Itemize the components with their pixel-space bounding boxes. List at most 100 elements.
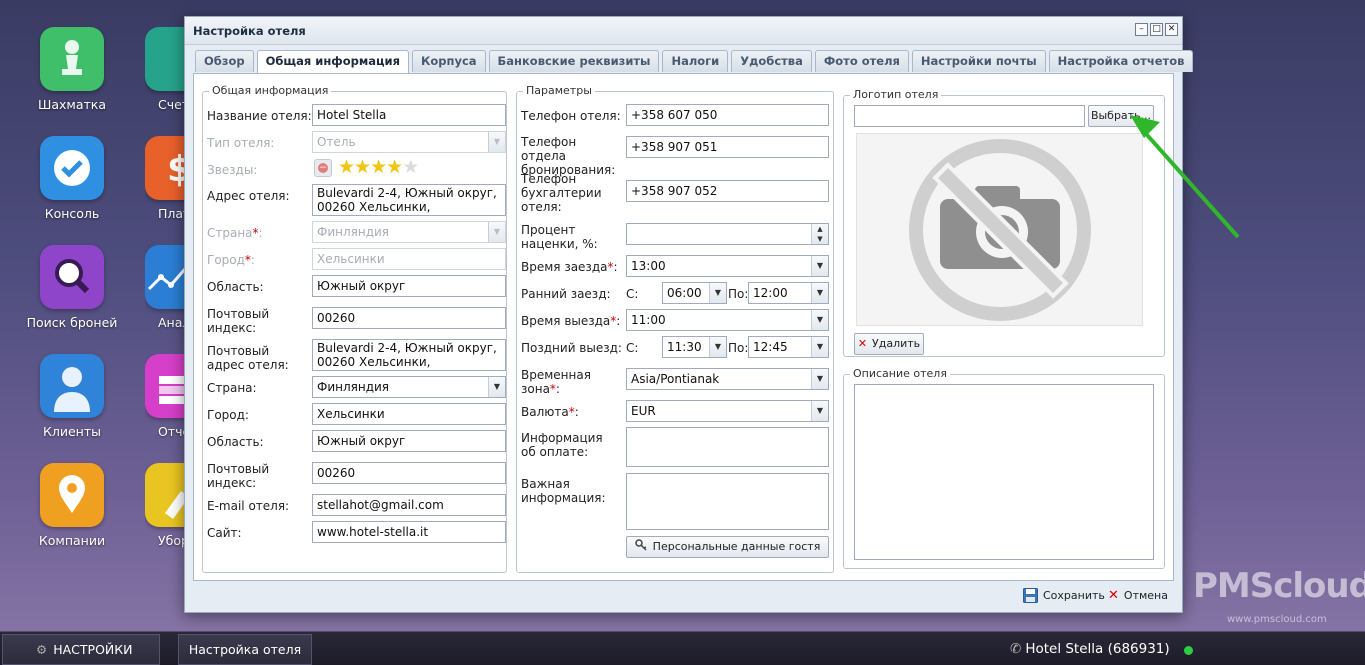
from-label: С:: [626, 287, 639, 301]
hotel-indicator[interactable]: ✆ Hotel Stella (686931): [1010, 641, 1170, 657]
currency-value: EUR: [631, 404, 656, 418]
close-button[interactable]: ✕: [1165, 23, 1178, 36]
tab-bar: Обзор Общая информация Корпуса Банковски…: [195, 50, 1194, 73]
desktop-icon-companies[interactable]: Компании: [12, 463, 132, 548]
desktop-icon-chessboard[interactable]: Шахматка: [12, 27, 132, 112]
early-from-select[interactable]: 06:00 ▼: [662, 282, 727, 304]
desktop-label: Поиск броней: [26, 315, 118, 330]
star-rating[interactable]: ★★★★★: [338, 156, 419, 178]
postal-address-label: Почтовый адрес отеля:: [207, 344, 289, 372]
tab-general-info[interactable]: Общая информация: [256, 50, 409, 73]
zip-input[interactable]: 00260: [312, 307, 506, 329]
chevron-down-icon[interactable]: ▼: [811, 401, 828, 421]
checkin-value: 13:00: [631, 259, 666, 273]
early-to-value: 12:00: [753, 286, 788, 300]
tab-taxes[interactable]: Налоги: [662, 50, 729, 72]
chevron-down-icon[interactable]: ▼: [811, 337, 828, 357]
cancel-button[interactable]: ✕ Отмена: [1108, 588, 1168, 603]
checkout-select[interactable]: 11:00 ▼: [626, 309, 829, 331]
window-titlebar[interactable]: Настройка отеля – □ ✕: [185, 17, 1182, 45]
window-title: Настройка отеля: [193, 24, 306, 38]
delete-x-icon: ✕: [857, 337, 868, 350]
chevron-down-icon[interactable]: ▼: [811, 310, 828, 330]
email-label: E-mail отеля:: [207, 499, 290, 513]
timezone-select[interactable]: Asia/Pontianak ▼: [626, 368, 829, 390]
phone-input[interactable]: +358 607 050: [626, 104, 829, 126]
important-info-textarea[interactable]: [626, 473, 829, 530]
save-label: Сохранить: [1043, 589, 1105, 602]
currency-label: Валюта*:: [521, 405, 579, 419]
tab-bank-details[interactable]: Банковские реквизиты: [488, 50, 660, 72]
logo-file-input[interactable]: [854, 105, 1085, 127]
chevron-down-icon[interactable]: ▼: [811, 369, 828, 389]
checkout-label: Время выезда*:: [521, 314, 621, 328]
payment-info-textarea[interactable]: [626, 427, 829, 467]
clear-stars-button[interactable]: −: [314, 159, 332, 177]
star-icon[interactable]: ★: [370, 156, 387, 178]
booking-phone-input[interactable]: +358 907 051: [626, 136, 829, 158]
timezone-label-text: Временная зона: [521, 368, 591, 396]
city-input[interactable]: Хельсинки: [312, 403, 506, 425]
tab-overview[interactable]: Обзор: [195, 50, 254, 72]
star-icon[interactable]: ★: [386, 156, 403, 178]
tab-report-settings[interactable]: Настройка отчетов: [1048, 50, 1194, 72]
desktop-icon-console[interactable]: Консоль: [12, 136, 132, 221]
chevron-down-icon[interactable]: ▼: [811, 283, 828, 303]
star-icon[interactable]: ★: [354, 156, 371, 178]
accounting-phone-input[interactable]: +358 907 052: [626, 180, 829, 202]
early-to-select[interactable]: 12:00 ▼: [748, 282, 829, 304]
star-empty-icon[interactable]: ★: [402, 156, 419, 178]
markup-spinner[interactable]: ▲ ▼: [626, 223, 829, 245]
currency-select[interactable]: EUR ▼: [626, 400, 829, 422]
chevron-down-icon: ▼: [488, 222, 505, 242]
chevron-down-icon[interactable]: ▼: [709, 337, 726, 357]
desktop-icon-clients[interactable]: Клиенты: [12, 354, 132, 439]
brand-logo: PMScloud: [1193, 566, 1365, 606]
description-fieldset: Описание отеля: [843, 367, 1165, 569]
settings-start-button[interactable]: ⚙ НАСТРОЙКИ: [2, 634, 160, 665]
tab-photos[interactable]: Фото отеля: [814, 50, 909, 72]
cancel-x-icon: ✕: [1108, 588, 1119, 603]
timezone-value: Asia/Pontianak: [631, 372, 720, 386]
hotel-name-input[interactable]: Hotel Stella: [312, 104, 506, 126]
required-mark: *: [252, 226, 259, 240]
description-textarea[interactable]: [854, 384, 1154, 560]
checkin-label: Время заезда*:: [521, 260, 618, 274]
region-input[interactable]: Южный округ: [312, 430, 506, 452]
taskbar: ⚙ НАСТРОЙКИ Настройка отеля ✆ Hotel Stella…: [0, 631, 1365, 665]
late-to-value: 12:45: [753, 340, 788, 354]
annotation-arrow-icon: [1130, 115, 1240, 239]
chevron-down-icon[interactable]: ▼: [709, 283, 726, 303]
country-select[interactable]: Финляндия ▼: [312, 376, 506, 398]
guest-data-button[interactable]: Персональные данные гостя: [626, 536, 829, 558]
save-button[interactable]: Сохранить: [1023, 588, 1105, 603]
star-icon[interactable]: ★: [338, 156, 355, 178]
city-label-disabled: Город*:: [207, 253, 255, 267]
desktop-icon-booking-search[interactable]: Поиск броней: [12, 245, 132, 330]
address-textarea[interactable]: Bulevardi 2-4, Южный округ, 00260 Хельси…: [312, 184, 506, 216]
tab-amenities[interactable]: Удобства: [731, 50, 812, 72]
chevron-down-icon[interactable]: ▼: [811, 256, 828, 276]
site-label: Сайт:: [207, 526, 242, 540]
taskbar-window-item[interactable]: Настройка отеля: [178, 634, 312, 665]
delete-logo-button[interactable]: ✕ Удалить: [854, 333, 924, 355]
tab-buildings[interactable]: Корпуса: [411, 50, 486, 72]
country-value: Финляндия: [317, 225, 390, 239]
spinner-arrows-icon[interactable]: ▲ ▼: [811, 224, 828, 244]
region-input[interactable]: Южный округ: [312, 275, 506, 297]
country-label-text: Страна: [207, 226, 253, 240]
postal-address-textarea[interactable]: Bulevardi 2-4, Южный округ, 00260 Хельси…: [312, 339, 506, 371]
site-input[interactable]: www.hotel-stella.it: [312, 521, 506, 543]
email-input[interactable]: stellahot@gmail.com: [312, 494, 506, 516]
postal-address-value: Bulevardi 2-4, Южный округ, 00260 Хельси…: [317, 341, 497, 370]
minimize-button[interactable]: –: [1135, 23, 1148, 36]
late-to-select[interactable]: 12:45 ▼: [748, 336, 829, 358]
late-from-select[interactable]: 11:30 ▼: [662, 336, 727, 358]
accounting-phone-label: Телефон бухгалтерии отеля:: [521, 172, 602, 214]
maximize-button[interactable]: □: [1150, 23, 1163, 36]
zip-input[interactable]: 00260: [312, 462, 506, 484]
region-label: Область:: [207, 435, 264, 449]
tab-mail-settings[interactable]: Настройки почты: [911, 50, 1046, 72]
checkin-select[interactable]: 13:00 ▼: [626, 255, 829, 277]
chevron-down-icon[interactable]: ▼: [488, 377, 505, 397]
